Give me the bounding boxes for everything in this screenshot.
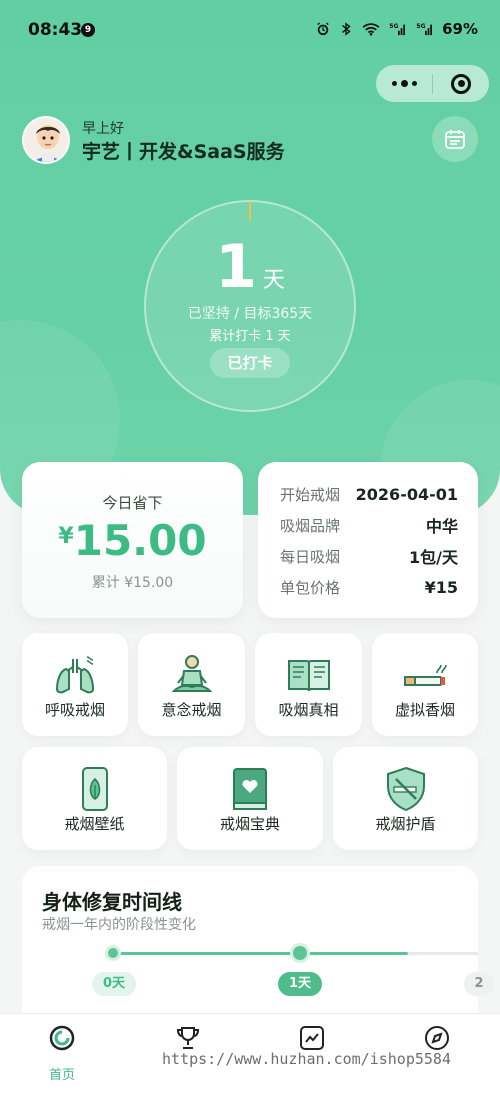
timeline-chip[interactable]: 2 [464, 972, 494, 996]
signal-5g-icon: 5G [416, 23, 433, 36]
watermark-text: https://www.huzhan.com/ishop5584 [162, 1050, 451, 1068]
tool-virtual-cigarette[interactable]: 虚拟香烟 [372, 633, 478, 736]
savings-amount: ¥15.00 [0, 516, 265, 565]
notification-badge: 9 [81, 23, 95, 37]
calendar-button[interactable] [432, 116, 478, 162]
lungs-icon [55, 656, 95, 694]
timeline-node-current[interactable] [290, 943, 310, 963]
timeline-track [408, 952, 478, 955]
tool-wallpaper[interactable]: 戒烟壁纸 [22, 747, 167, 850]
timeline-subtitle: 戒烟一年内的阶段性变化 [42, 917, 196, 933]
timeline-chip-current[interactable]: 1天 [278, 972, 322, 996]
close-miniprogram-button[interactable] [433, 65, 489, 102]
tool-label: 吸烟真相 [278, 701, 339, 719]
info-row-pack-price: 单包价格 ¥15 [280, 575, 458, 599]
timeline-title: 身体修复时间线 [42, 890, 182, 914]
tool-meditation[interactable]: 意念戒烟 [138, 633, 245, 736]
status-bar: 08:43 9 5G 5G 69% [0, 0, 500, 60]
info-key: 单包价格 [280, 578, 341, 597]
checked-in-button[interactable]: 已打卡 [210, 348, 290, 378]
status-time: 08:43 [28, 20, 83, 40]
tool-label: 虚拟香烟 [394, 701, 455, 719]
tool-smoking-truth[interactable]: 吸烟真相 [255, 633, 362, 736]
tool-label: 意念戒烟 [161, 701, 222, 719]
info-value: 2026-04-01 [355, 484, 458, 504]
tool-handbook[interactable]: 戒烟宝典 [177, 747, 323, 850]
target-icon [451, 73, 471, 94]
tool-breathing[interactable]: 呼吸戒烟 [22, 633, 128, 736]
svg-text:5G: 5G [389, 23, 398, 30]
days-unit: 天 [262, 268, 285, 293]
savings-total: 累计 ¥15.00 [91, 575, 174, 591]
days-counter: 1天 [0, 232, 500, 302]
alarm-icon [317, 22, 329, 36]
info-value: ¥15 [424, 577, 458, 597]
avatar[interactable] [22, 116, 70, 164]
quit-info-card: 开始戒烟 2026-04-01 吸烟品牌 中华 每日吸烟 1包/天 单包价格 ¥… [258, 462, 478, 618]
info-value: 1包/天 [409, 548, 458, 567]
info-key: 开始戒烟 [280, 485, 341, 504]
status-icons: 5G 5G 69% [315, 20, 478, 38]
info-key: 吸烟品牌 [280, 516, 341, 535]
trophy-icon [176, 1027, 200, 1049]
timeline-chip[interactable]: 0天 [92, 972, 136, 996]
meditation-icon [171, 655, 212, 692]
info-value: 中华 [425, 517, 458, 536]
heart-book-icon [233, 768, 267, 810]
phone-leaf-icon [81, 767, 108, 811]
miniprogram-capsule [376, 65, 489, 102]
currency-symbol: ¥ [58, 524, 74, 549]
tool-label: 戒烟护盾 [375, 815, 436, 833]
calendar-icon [445, 130, 465, 149]
progress-ring-indicator [249, 201, 251, 221]
battery-level: 69% [442, 20, 478, 38]
home-ring-icon [49, 1025, 75, 1051]
cigarette-icon [404, 664, 447, 686]
compass-icon [425, 1026, 449, 1050]
tab-label: 首页 [48, 1068, 75, 1083]
more-menu-button[interactable] [376, 65, 432, 102]
info-key: 每日吸烟 [280, 547, 341, 566]
shield-no-smoking-icon [386, 766, 425, 812]
tool-label: 戒烟壁纸 [64, 815, 125, 833]
info-row-brand: 吸烟品牌 中华 [280, 513, 458, 537]
savings-amount-value: 15.00 [73, 516, 207, 565]
open-book-icon [287, 660, 330, 692]
svg-text:5G: 5G [416, 23, 425, 30]
chart-icon [300, 1026, 324, 1050]
tool-label: 戒烟宝典 [219, 815, 280, 833]
timeline-node[interactable] [105, 945, 121, 961]
signal-5g-icon: 5G [389, 23, 406, 36]
wifi-icon [362, 23, 380, 36]
info-row-start-date: 开始戒烟 2026-04-01 [280, 482, 458, 506]
tab-home[interactable]: 首页 [22, 1024, 102, 1084]
username: 宇艺丨开发&SaaS服务 [82, 141, 285, 163]
timeline-progress-line [112, 952, 408, 955]
savings-title: 今日省下 [102, 494, 163, 512]
greeting-text: 早上好 [82, 121, 124, 137]
total-checkin-text: 累计打卡 1 天 [209, 329, 291, 344]
info-row-daily-amount: 每日吸烟 1包/天 [280, 544, 458, 568]
bluetooth-icon [342, 22, 351, 36]
tool-label: 呼吸戒烟 [44, 701, 105, 719]
tool-shield[interactable]: 戒烟护盾 [333, 747, 478, 850]
persist-goal-text: 已坚持 / 目标365天 [187, 306, 313, 322]
days-number: 1 [215, 232, 257, 302]
